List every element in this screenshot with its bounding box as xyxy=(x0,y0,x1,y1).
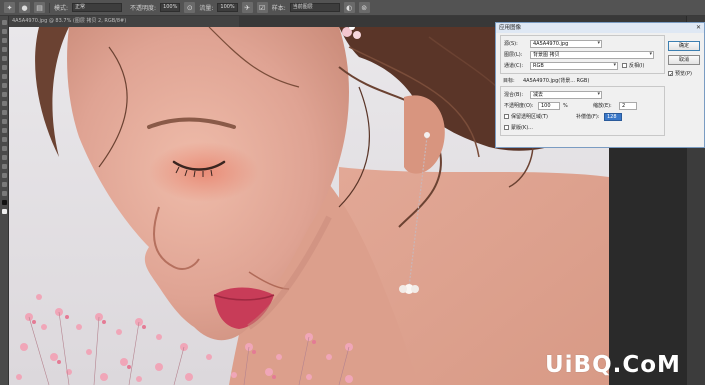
opacity-unit: % xyxy=(563,102,568,109)
cancel-button[interactable]: 取消 xyxy=(668,55,700,65)
aligned-icon[interactable]: ☑ xyxy=(256,2,268,13)
stamp-tool-icon[interactable] xyxy=(2,92,7,97)
gradient-tool-icon[interactable] xyxy=(2,119,7,124)
blending-label: 混合(B): xyxy=(504,92,524,98)
opacity-field[interactable]: 100 xyxy=(538,101,560,110)
move-tool-icon[interactable] xyxy=(2,20,7,25)
background-color-icon[interactable] xyxy=(2,209,7,214)
history-brush-icon[interactable] xyxy=(2,101,7,106)
flow-label: 流量: xyxy=(199,5,214,12)
layer-label: 图层(L): xyxy=(504,52,523,58)
close-icon[interactable]: ✕ xyxy=(696,24,701,31)
lasso-tool-icon[interactable] xyxy=(2,38,7,43)
layer-select[interactable]: 背景图 拷贝 xyxy=(530,50,654,59)
pressure-opacity-icon[interactable]: ⊙ xyxy=(184,2,196,13)
ok-button[interactable]: 确定 xyxy=(668,41,700,51)
flow-input[interactable]: 100% xyxy=(217,3,238,12)
channel-select[interactable]: RGB xyxy=(530,61,618,70)
source-group: 源(S): 4A5A4970.jpg 图层(L): 背景图 拷贝 通道(C): … xyxy=(500,35,665,74)
opacity-label: 不透明度: xyxy=(130,5,157,12)
scale-label: 缩放(E): xyxy=(593,103,612,109)
pen-tool-icon[interactable] xyxy=(2,146,7,151)
marquee-tool-icon[interactable] xyxy=(2,29,7,34)
brush-preset-icon[interactable]: ● xyxy=(19,2,30,13)
invert-checkbox[interactable] xyxy=(622,63,627,68)
ignore-adjustment-icon[interactable]: ◐ xyxy=(343,2,355,13)
healing-tool-icon[interactable] xyxy=(2,74,7,79)
sample-label: 样本: xyxy=(271,5,286,12)
brush-panel-icon[interactable]: ▤ xyxy=(34,2,45,13)
source-select[interactable]: 4A5A4970.jpg xyxy=(530,39,602,48)
mode-select[interactable]: 正常 xyxy=(72,3,123,12)
dialog-title: 应用图像 xyxy=(499,25,522,31)
invert-label: 反相(I) xyxy=(629,63,645,69)
crop-tool-icon[interactable] xyxy=(2,56,7,61)
blending-select[interactable]: 减去 xyxy=(530,90,602,99)
mask-label: 蒙版(K)... xyxy=(511,125,533,131)
offset-field[interactable]: 128 xyxy=(604,112,622,121)
divider xyxy=(49,2,50,13)
blur-tool-icon[interactable] xyxy=(2,128,7,133)
preserve-transparency-checkbox[interactable] xyxy=(504,114,509,119)
hand-tool-icon[interactable] xyxy=(2,182,7,187)
apply-image-dialog: 应用图像 ✕ 源(S): 4A5A4970.jpg 图层(L): 背景图 拷贝 … xyxy=(495,22,705,148)
healing-brush-tool-icon[interactable]: ✦ xyxy=(4,2,15,13)
watermark: UiBQ.CoM xyxy=(545,352,681,378)
scale-field[interactable]: 2 xyxy=(619,101,637,110)
dodge-tool-icon[interactable] xyxy=(2,137,7,142)
target-label: 目标: xyxy=(503,78,515,84)
blending-group: 混合(B): 减去 不透明度(O): 100 % 缩放(E): 2 保留透明区域… xyxy=(500,86,665,136)
offset-label: 补偿值(F): xyxy=(576,114,600,120)
mask-checkbox[interactable] xyxy=(504,125,509,130)
target-value: 4A5A4970.jpg(背景... RGB) xyxy=(523,78,590,84)
preview-checkbox[interactable] xyxy=(668,71,673,76)
quick-select-tool-icon[interactable] xyxy=(2,47,7,52)
mode-label: 模式: xyxy=(54,5,69,12)
eraser-tool-icon[interactable] xyxy=(2,110,7,115)
pressure-size-icon[interactable]: ⊚ xyxy=(358,2,370,13)
dialog-body: 源(S): 4A5A4970.jpg 图层(L): 背景图 拷贝 通道(C): … xyxy=(500,35,665,136)
preserve-transparency-label: 保留透明区域(T) xyxy=(511,114,548,120)
preview-label: 预览(P) xyxy=(675,71,692,77)
eyedropper-tool-icon[interactable] xyxy=(2,65,7,70)
path-select-tool-icon[interactable] xyxy=(2,164,7,169)
opacity-label: 不透明度(O): xyxy=(504,103,534,109)
document-tab-title: 4A5A4970.jpg @ 83.7% (图层 拷贝 2, RGB/8#) xyxy=(12,18,127,24)
type-tool-icon[interactable] xyxy=(2,155,7,160)
shape-tool-icon[interactable] xyxy=(2,173,7,178)
airbrush-icon[interactable]: ✈ xyxy=(241,2,253,13)
foreground-color-icon[interactable] xyxy=(2,200,7,205)
document-tab[interactable]: 4A5A4970.jpg @ 83.7% (图层 拷贝 2, RGB/8#) xyxy=(9,16,239,27)
tools-panel xyxy=(0,16,9,385)
channel-label: 通道(C): xyxy=(504,63,524,69)
zoom-tool-icon[interactable] xyxy=(2,191,7,196)
brush-tool-icon[interactable] xyxy=(2,83,7,88)
options-bar: ✦ ● ▤ 模式: 正常 不透明度: 100% ⊙ 流量: 100% ✈ ☑ 样… xyxy=(0,0,705,16)
sample-select[interactable]: 当前图层 xyxy=(289,3,340,12)
dialog-title-bar[interactable]: 应用图像 xyxy=(496,23,704,33)
source-label: 源(S): xyxy=(504,41,518,47)
opacity-input[interactable]: 100% xyxy=(160,3,181,12)
